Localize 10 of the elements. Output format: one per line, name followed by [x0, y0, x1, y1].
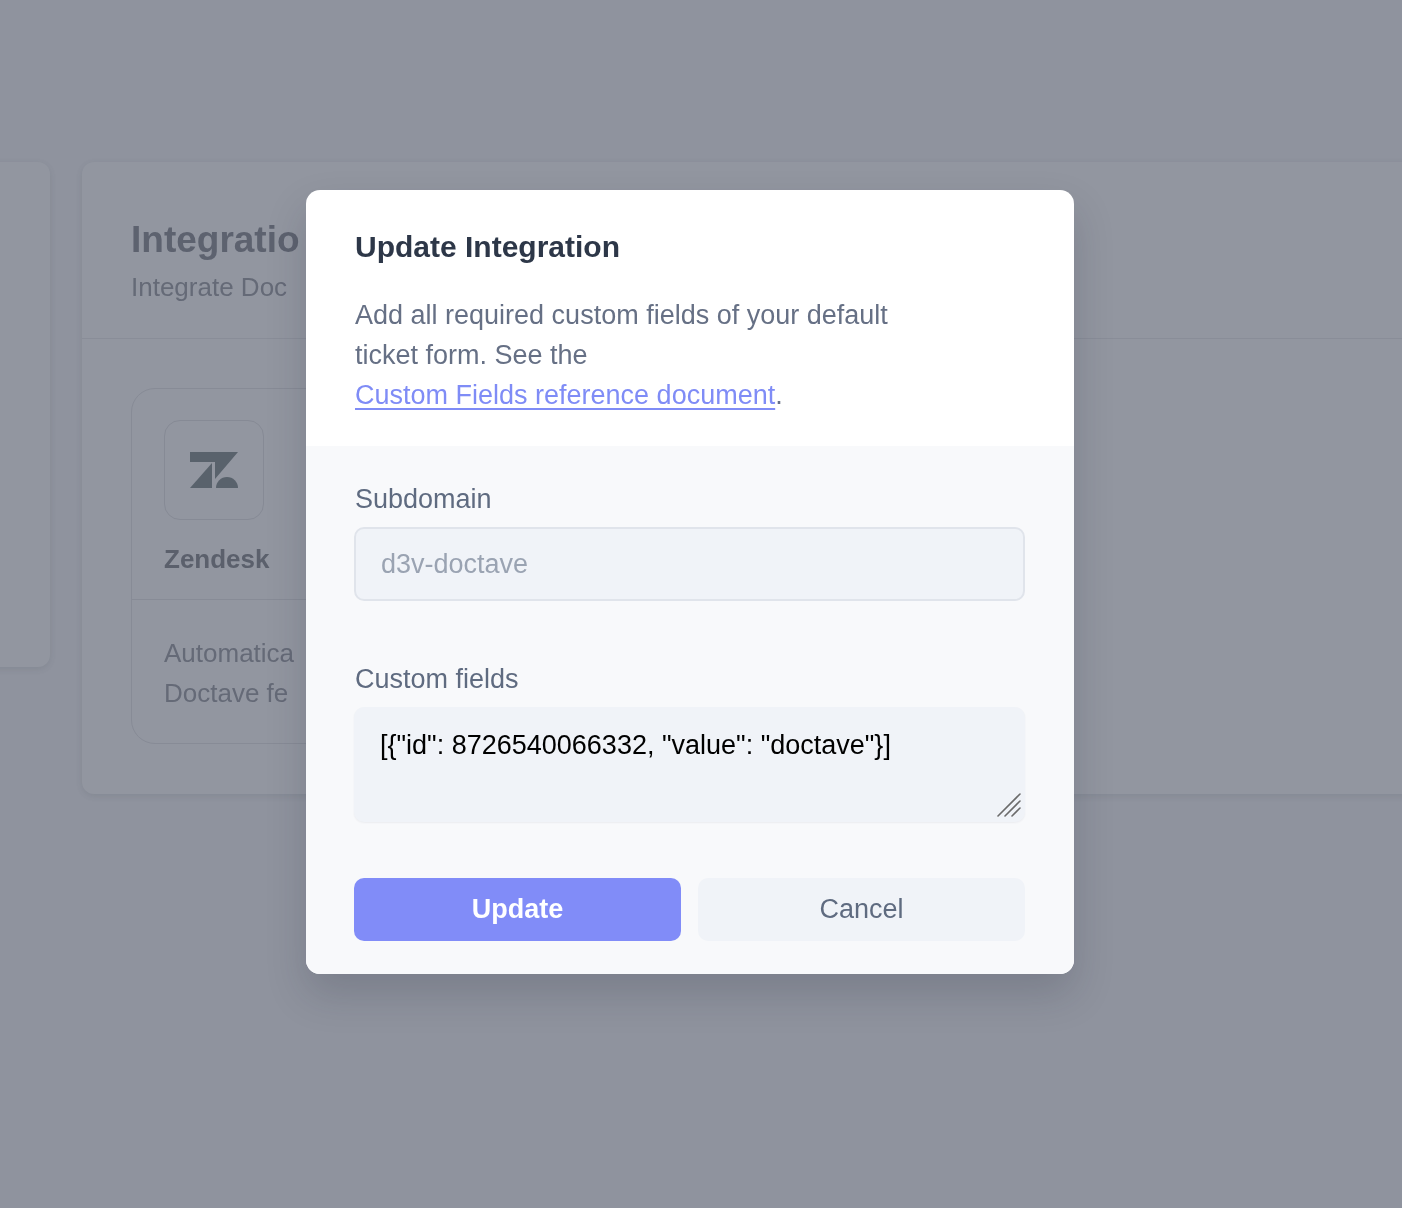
dialog-title: Update Integration: [355, 229, 620, 265]
field-label: Subdomain: [355, 483, 492, 516]
dialog-description: Add all required custom fields of your default ticket form. See the Custom Fields reference document.: [355, 299, 889, 412]
zendesk-logo-icon: [190, 452, 238, 488]
custom-fields-textarea[interactable]: [{"id": 8726540066332, "value": "doctave"}]: [354, 707, 1025, 822]
cancel-button[interactable]: Cancel: [698, 878, 1025, 941]
reference-link[interactable]: Custom Fields reference document: [355, 380, 776, 410]
update-button[interactable]: Update: [354, 878, 681, 941]
resize-handle-icon[interactable]: [997, 793, 1021, 817]
field-label: Custom fields: [355, 663, 519, 696]
